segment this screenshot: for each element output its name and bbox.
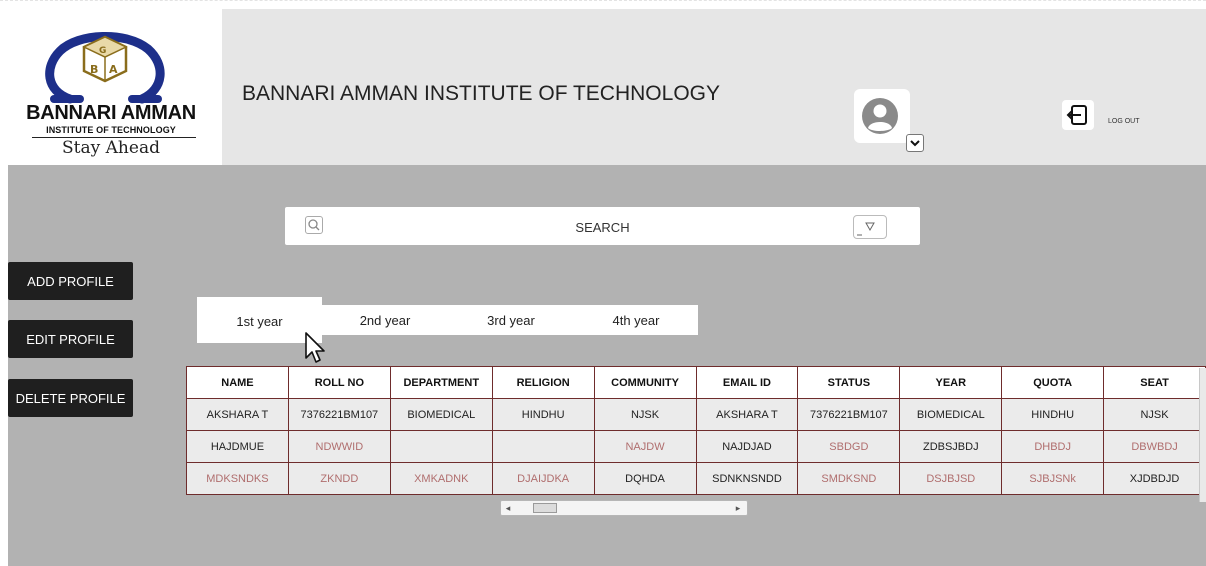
scroll-left-icon[interactable]: ◂ [503, 502, 513, 514]
column-header-roll-no[interactable]: ROLL NO [287, 366, 391, 399]
filter-icon [857, 222, 875, 236]
table-cell: DJAIJDKA [491, 462, 595, 495]
table-cell: NDWWID [287, 430, 391, 463]
svg-text:A: A [109, 63, 118, 76]
table-cell: AKSHARA T [695, 398, 799, 431]
column-header-seat[interactable]: SEAT [1103, 366, 1206, 399]
header: BANNARI AMMAN INSTITUTE OF TECHNOLOGY LO… [222, 9, 1206, 165]
avatar[interactable] [854, 89, 910, 143]
profile-table: NAME ROLL NO DEPARTMENT RELIGION COMMUNI… [186, 366, 1206, 495]
delete-profile-button[interactable]: DELETE PROFILE [8, 379, 133, 417]
table-cell: HINDHU [491, 398, 595, 431]
table-header-row: NAME ROLL NO DEPARTMENT RELIGION COMMUNI… [186, 366, 1206, 399]
scroll-right-icon[interactable]: ▸ [733, 502, 743, 514]
tab-2nd-year[interactable]: 2nd year [322, 305, 448, 335]
table-cell: DHBDJ [1001, 430, 1105, 463]
table-cell: SMDKSND [797, 462, 901, 495]
table-row[interactable]: HAJDMUE NDWWID NAJDW NAJDJAD SBDGD ZDBSJ… [186, 430, 1206, 463]
table-cell [389, 430, 493, 463]
logout-button[interactable] [1062, 100, 1094, 130]
search-bar[interactable]: SEARCH [285, 207, 920, 245]
table-cell: HINDHU [1001, 398, 1105, 431]
logo-subtitle: INSTITUTE OF TECHNOLOGY [46, 125, 176, 135]
logout-label[interactable]: LOG OUT [1108, 118, 1140, 125]
column-header-name[interactable]: NAME [186, 366, 289, 399]
table-row[interactable]: MDKSNDKS ZKNDD XMKADNK DJAIJDKA DQHDA SD… [186, 462, 1206, 495]
table-cell: SJBJSNk [1001, 462, 1105, 495]
logout-icon [1066, 105, 1087, 125]
table-cell: AKSHARA T [186, 398, 289, 431]
table-cell: BIOMEDICAL [389, 398, 493, 431]
table-cell: SDNKNSNDD [695, 462, 799, 495]
table-cell: DSJBJSD [899, 462, 1003, 495]
table-cell: NAJDJAD [695, 430, 799, 463]
column-header-community[interactable]: COMMUNITY [593, 366, 697, 399]
table-row[interactable]: AKSHARA T 7376221BM107 BIOMEDICAL HINDHU… [186, 398, 1206, 431]
column-header-department[interactable]: DEPARTMENT [389, 366, 493, 399]
table-cell: XMKADNK [389, 462, 493, 495]
column-header-email-id[interactable]: EMAIL ID [695, 366, 799, 399]
table-cell: 7376221BM107 [797, 398, 901, 431]
svg-text:G: G [99, 46, 106, 56]
cursor-icon [305, 332, 325, 363]
column-header-year[interactable]: YEAR [899, 366, 1003, 399]
tab-3rd-year[interactable]: 3rd year [448, 305, 574, 335]
table-cell: DBWBDJ [1103, 430, 1206, 463]
top-border [0, 0, 1206, 8]
edit-profile-button[interactable]: EDIT PROFILE [8, 320, 133, 358]
scrollbar-thumb[interactable] [533, 503, 557, 513]
table-cell: 7376221BM107 [287, 398, 391, 431]
avatar-icon [862, 98, 898, 134]
table-cell: NJSK [593, 398, 697, 431]
page-title: BANNARI AMMAN INSTITUTE OF TECHNOLOGY [242, 82, 720, 105]
column-header-religion[interactable]: RELIGION [491, 366, 595, 399]
profile-menu-toggle[interactable] [906, 134, 924, 152]
chevron-down-icon [910, 140, 920, 147]
column-header-quota[interactable]: QUOTA [1001, 366, 1105, 399]
table-cell [491, 430, 595, 463]
table-cell: ZDBSJBDJ [899, 430, 1003, 463]
table-cell: NAJDW [593, 430, 697, 463]
horizontal-scrollbar[interactable]: ◂ ▸ [500, 500, 748, 516]
vertical-scrollbar[interactable] [1199, 368, 1206, 502]
tab-4th-year[interactable]: 4th year [574, 305, 698, 335]
add-profile-button[interactable]: ADD PROFILE [8, 262, 133, 300]
table-cell: ZKNDD [287, 462, 391, 495]
logo-name: BANNARI AMMAN [26, 102, 196, 124]
logo-tagline: Stay Ahead [62, 138, 160, 158]
column-header-status[interactable]: STATUS [797, 366, 901, 399]
table-cell: HAJDMUE [186, 430, 289, 463]
table-cell: BIOMEDICAL [899, 398, 1003, 431]
table-cell: XJDBDJD [1103, 462, 1206, 495]
search-input[interactable]: SEARCH [285, 220, 920, 235]
table-cell: SBDGD [797, 430, 901, 463]
table-cell: DQHDA [593, 462, 697, 495]
svg-text:B: B [90, 63, 98, 76]
logo: G B A BANNARI AMMAN INSTITUTE OF TECHNOL… [8, 9, 222, 165]
table-cell: MDKSNDKS [186, 462, 289, 495]
filter-button[interactable] [853, 215, 887, 239]
table-cell: NJSK [1103, 398, 1206, 431]
